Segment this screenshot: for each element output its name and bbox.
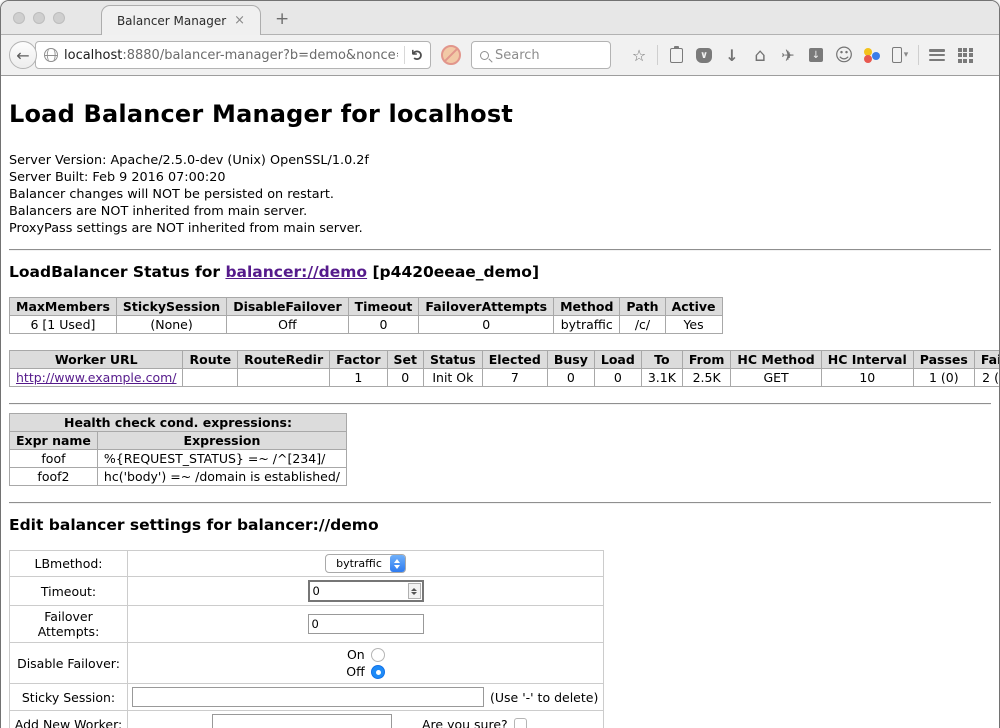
add-worker-label: Add New Worker: [10,711,128,728]
table-header-row: MaxMembers StickySession DisableFailover… [10,298,723,316]
page-content: Load Balancer Manager for localhost Serv… [1,76,999,728]
url-path: :8880/balancer-manager?b=demo&nonce=decc… [122,48,398,63]
select-arrows-icon [390,555,405,572]
toolbar-buttons: ☆ ∨ ↓ ⌂ ✈ ↓ ☺ ▾ [625,41,979,69]
worker-row: http://www.example.com/ 1 0 Init Ok 7 0 … [10,369,1000,387]
reading-list-icon[interactable] [662,41,690,69]
colors-extension-icon[interactable] [858,41,886,69]
url-text[interactable]: localhost:8880/balancer-manager?b=demo&n… [64,48,398,63]
persist-note: Balancer changes will NOT be persisted o… [9,186,991,203]
balancer-demo-link[interactable]: balancer://demo [225,263,367,281]
zoom-window-button[interactable] [53,12,65,24]
table-row: 6 [1 Used] (None) Off 0 0 bytraffic /c/ … [10,316,723,334]
failover-attempts-row: Failover Attempts: [10,606,604,643]
browser-window: Balancer Manager × + ← localhost:8880/ba… [0,0,1000,728]
toolbar-divider [657,45,658,65]
timeout-input[interactable] [310,582,408,600]
section-divider [9,502,991,504]
home-icon[interactable]: ⌂ [746,41,774,69]
add-worker-input[interactable] [212,714,392,728]
edit-settings-heading: Edit balancer settings for balancer://de… [9,516,991,534]
minimize-window-button[interactable] [33,12,45,24]
section-divider [9,403,991,405]
tab-balancer-manager[interactable]: Balancer Manager × [101,5,261,35]
send-tab-icon[interactable]: ✈ [774,41,802,69]
device-sync-icon[interactable]: ▾ [886,41,914,69]
tab-groups-icon[interactable] [951,41,979,69]
pocket-icon[interactable]: ∨ [690,41,718,69]
failover-on-radio[interactable] [371,648,385,662]
search-placeholder: Search [495,48,540,63]
tab-close-icon[interactable]: × [234,14,245,27]
search-bar[interactable]: Search [471,41,611,69]
disable-failover-label: Disable Failover: [10,643,128,684]
dropdown-caret-icon: ▾ [904,50,909,60]
globe-icon [44,48,58,62]
failover-off-radio[interactable] [371,665,385,679]
url-bar[interactable]: localhost:8880/balancer-manager?b=demo&n… [35,41,431,69]
timeout-input-wrap [308,580,424,602]
balancer-summary-table: MaxMembers StickySession DisableFailover… [9,297,723,334]
adblock-icon[interactable] [441,45,461,65]
are-you-sure-checkbox[interactable] [514,718,527,728]
expr-row: foof2 hc('body') =~ /domain is establish… [10,468,347,486]
table-title-row: Health check cond. expressions: [10,414,347,432]
close-window-button[interactable] [13,12,25,24]
lbmethod-label: LBmethod: [10,551,128,577]
new-tab-button[interactable]: + [275,9,289,29]
back-button[interactable]: ← [9,41,37,69]
balancer-settings-form: LBmethod: bytraffic Timeout: [9,550,604,728]
disable-failover-row: Disable Failover: On Off [10,643,604,684]
sticky-session-label: Sticky Session: [10,684,128,711]
sticky-session-row: Sticky Session: (Use '-' to delete) [10,684,604,711]
sticky-session-hint: (Use '-' to delete) [490,690,598,705]
tab-bar: Balancer Manager × + [1,1,999,35]
reload-icon[interactable]: ↻ [409,49,427,62]
on-label: On [347,646,365,663]
worker-url-link[interactable]: http://www.example.com/ [16,370,176,385]
sticky-session-input[interactable] [132,687,484,707]
timeout-row: Timeout: [10,577,604,606]
inherit-note: Balancers are NOT inherited from main se… [9,203,991,220]
urlbar-divider [404,46,405,64]
window-controls[interactable] [13,12,65,24]
expr-row: foof %{REQUEST_STATUS} =~ /^[234]/ [10,450,347,468]
server-built: Server Built: Feb 9 2016 07:00:20 [9,169,991,186]
health-check-table: Health check cond. expressions: Expr nam… [9,413,347,486]
toolbar-divider [918,45,919,65]
server-version: Server Version: Apache/2.5.0-dev (Unix) … [9,152,991,169]
add-worker-row: Add New Worker: Are you sure? [10,711,604,728]
table-header-row: Expr name Expression [10,432,347,450]
lbmethod-select[interactable]: bytraffic [325,554,406,573]
failover-attempts-input[interactable] [308,614,424,634]
navigation-toolbar: ← localhost:8880/balancer-manager?b=demo… [1,35,999,76]
search-icon [480,51,489,60]
tab-title: Balancer Manager [117,14,226,28]
menu-icon[interactable] [923,41,951,69]
page-title: Load Balancer Manager for localhost [9,100,991,128]
failover-attempts-label: Failover Attempts: [10,606,128,643]
off-label: Off [346,663,364,680]
panel-download-icon[interactable]: ↓ [802,41,830,69]
number-stepper-icon[interactable] [408,583,421,599]
hello-chat-icon[interactable]: ☺ [830,41,858,69]
url-host: localhost [64,48,122,63]
clipboard-icon [670,48,683,63]
table-header-row: Worker URL Route RouteRedir Factor Set S… [10,351,1000,369]
worker-table: Worker URL Route RouteRedir Factor Set S… [9,350,999,387]
section-divider [9,249,991,251]
proxypass-note: ProxyPass settings are NOT inherited fro… [9,220,991,237]
downloads-icon[interactable]: ↓ [718,41,746,69]
bookmark-star-icon[interactable]: ☆ [625,41,653,69]
balancer-status-heading: LoadBalancer Status for balancer://demo … [9,263,991,281]
timeout-label: Timeout: [10,577,128,606]
lbmethod-row: LBmethod: bytraffic [10,551,604,577]
are-you-sure-label: Are you sure? [422,717,508,728]
